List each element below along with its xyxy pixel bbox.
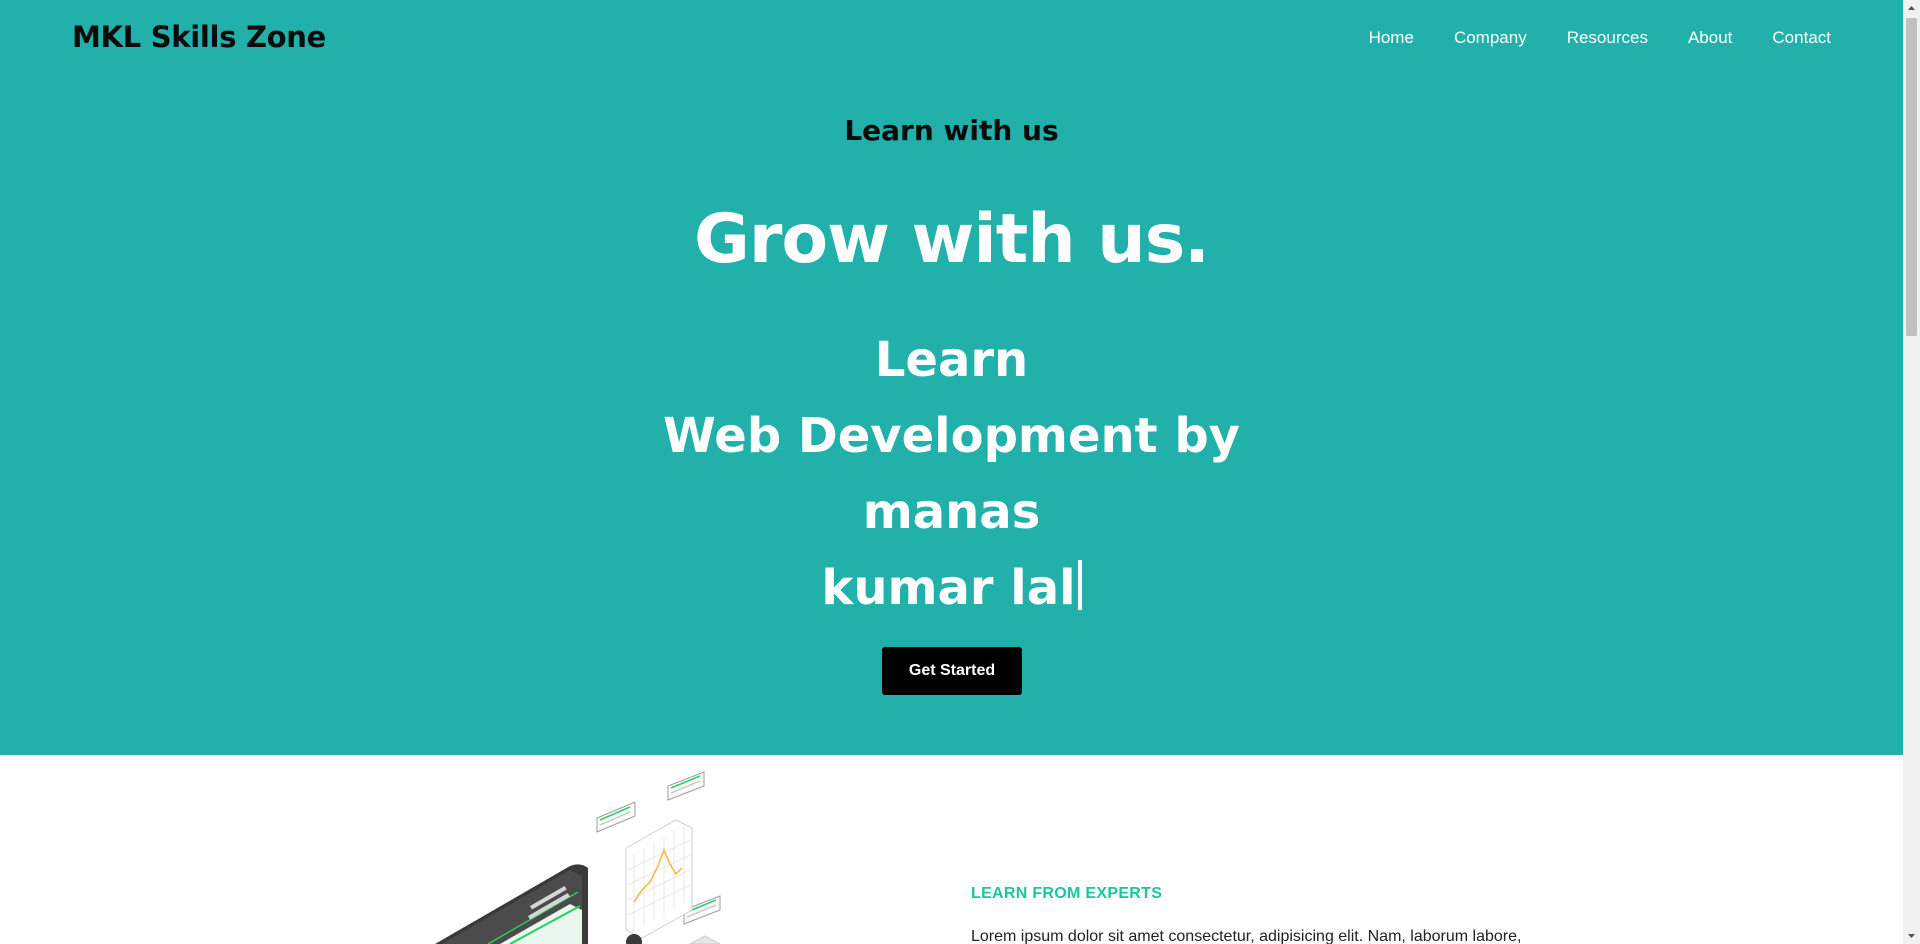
nav-resources[interactable]: Resources (1567, 28, 1648, 48)
typed-text: Learn Web Development by manas kumar lal (590, 322, 1313, 626)
typed-line-1: Learn (874, 332, 1029, 388)
section-body-text: Lorem ipsum dolor sit amet consectetur, … (971, 928, 1522, 944)
chevron-down-icon[interactable] (1903, 927, 1920, 944)
floating-card-2 (667, 771, 705, 801)
floating-card-1 (596, 801, 636, 833)
hero-tagline: Learn with us (844, 114, 1059, 147)
vertical-scrollbar[interactable] (1903, 0, 1920, 944)
get-started-button[interactable]: Get Started (882, 647, 1022, 695)
typing-cursor (1077, 560, 1082, 610)
hero-section: MKL Skills Zone Home Company Resources A… (0, 0, 1903, 755)
main-nav: Home Company Resources About Contact (1329, 28, 1831, 48)
laptop-icon (435, 864, 588, 944)
nav-contact[interactable]: Contact (1772, 28, 1831, 48)
typed-line-2: Web Development by manas (663, 408, 1240, 540)
hero-title: Grow with us. (694, 200, 1210, 279)
line-chart-panel (625, 819, 693, 939)
scrollbar-thumb[interactable] (1906, 18, 1917, 336)
nav-company[interactable]: Company (1454, 28, 1527, 48)
chevron-up-icon[interactable] (1903, 0, 1920, 17)
page: MKL Skills Zone Home Company Resources A… (0, 0, 1903, 944)
nav-about[interactable]: About (1688, 28, 1732, 48)
typed-line-3: kumar lal (590, 550, 1313, 626)
brand-logo[interactable]: MKL Skills Zone (72, 20, 326, 54)
nav-home[interactable]: Home (1369, 28, 1414, 48)
section-eyebrow: LEARN FROM EXPERTS (971, 885, 1163, 902)
typed-line-3-text: kumar lal (821, 560, 1076, 616)
analytics-dashboard-illustration (435, 771, 721, 944)
